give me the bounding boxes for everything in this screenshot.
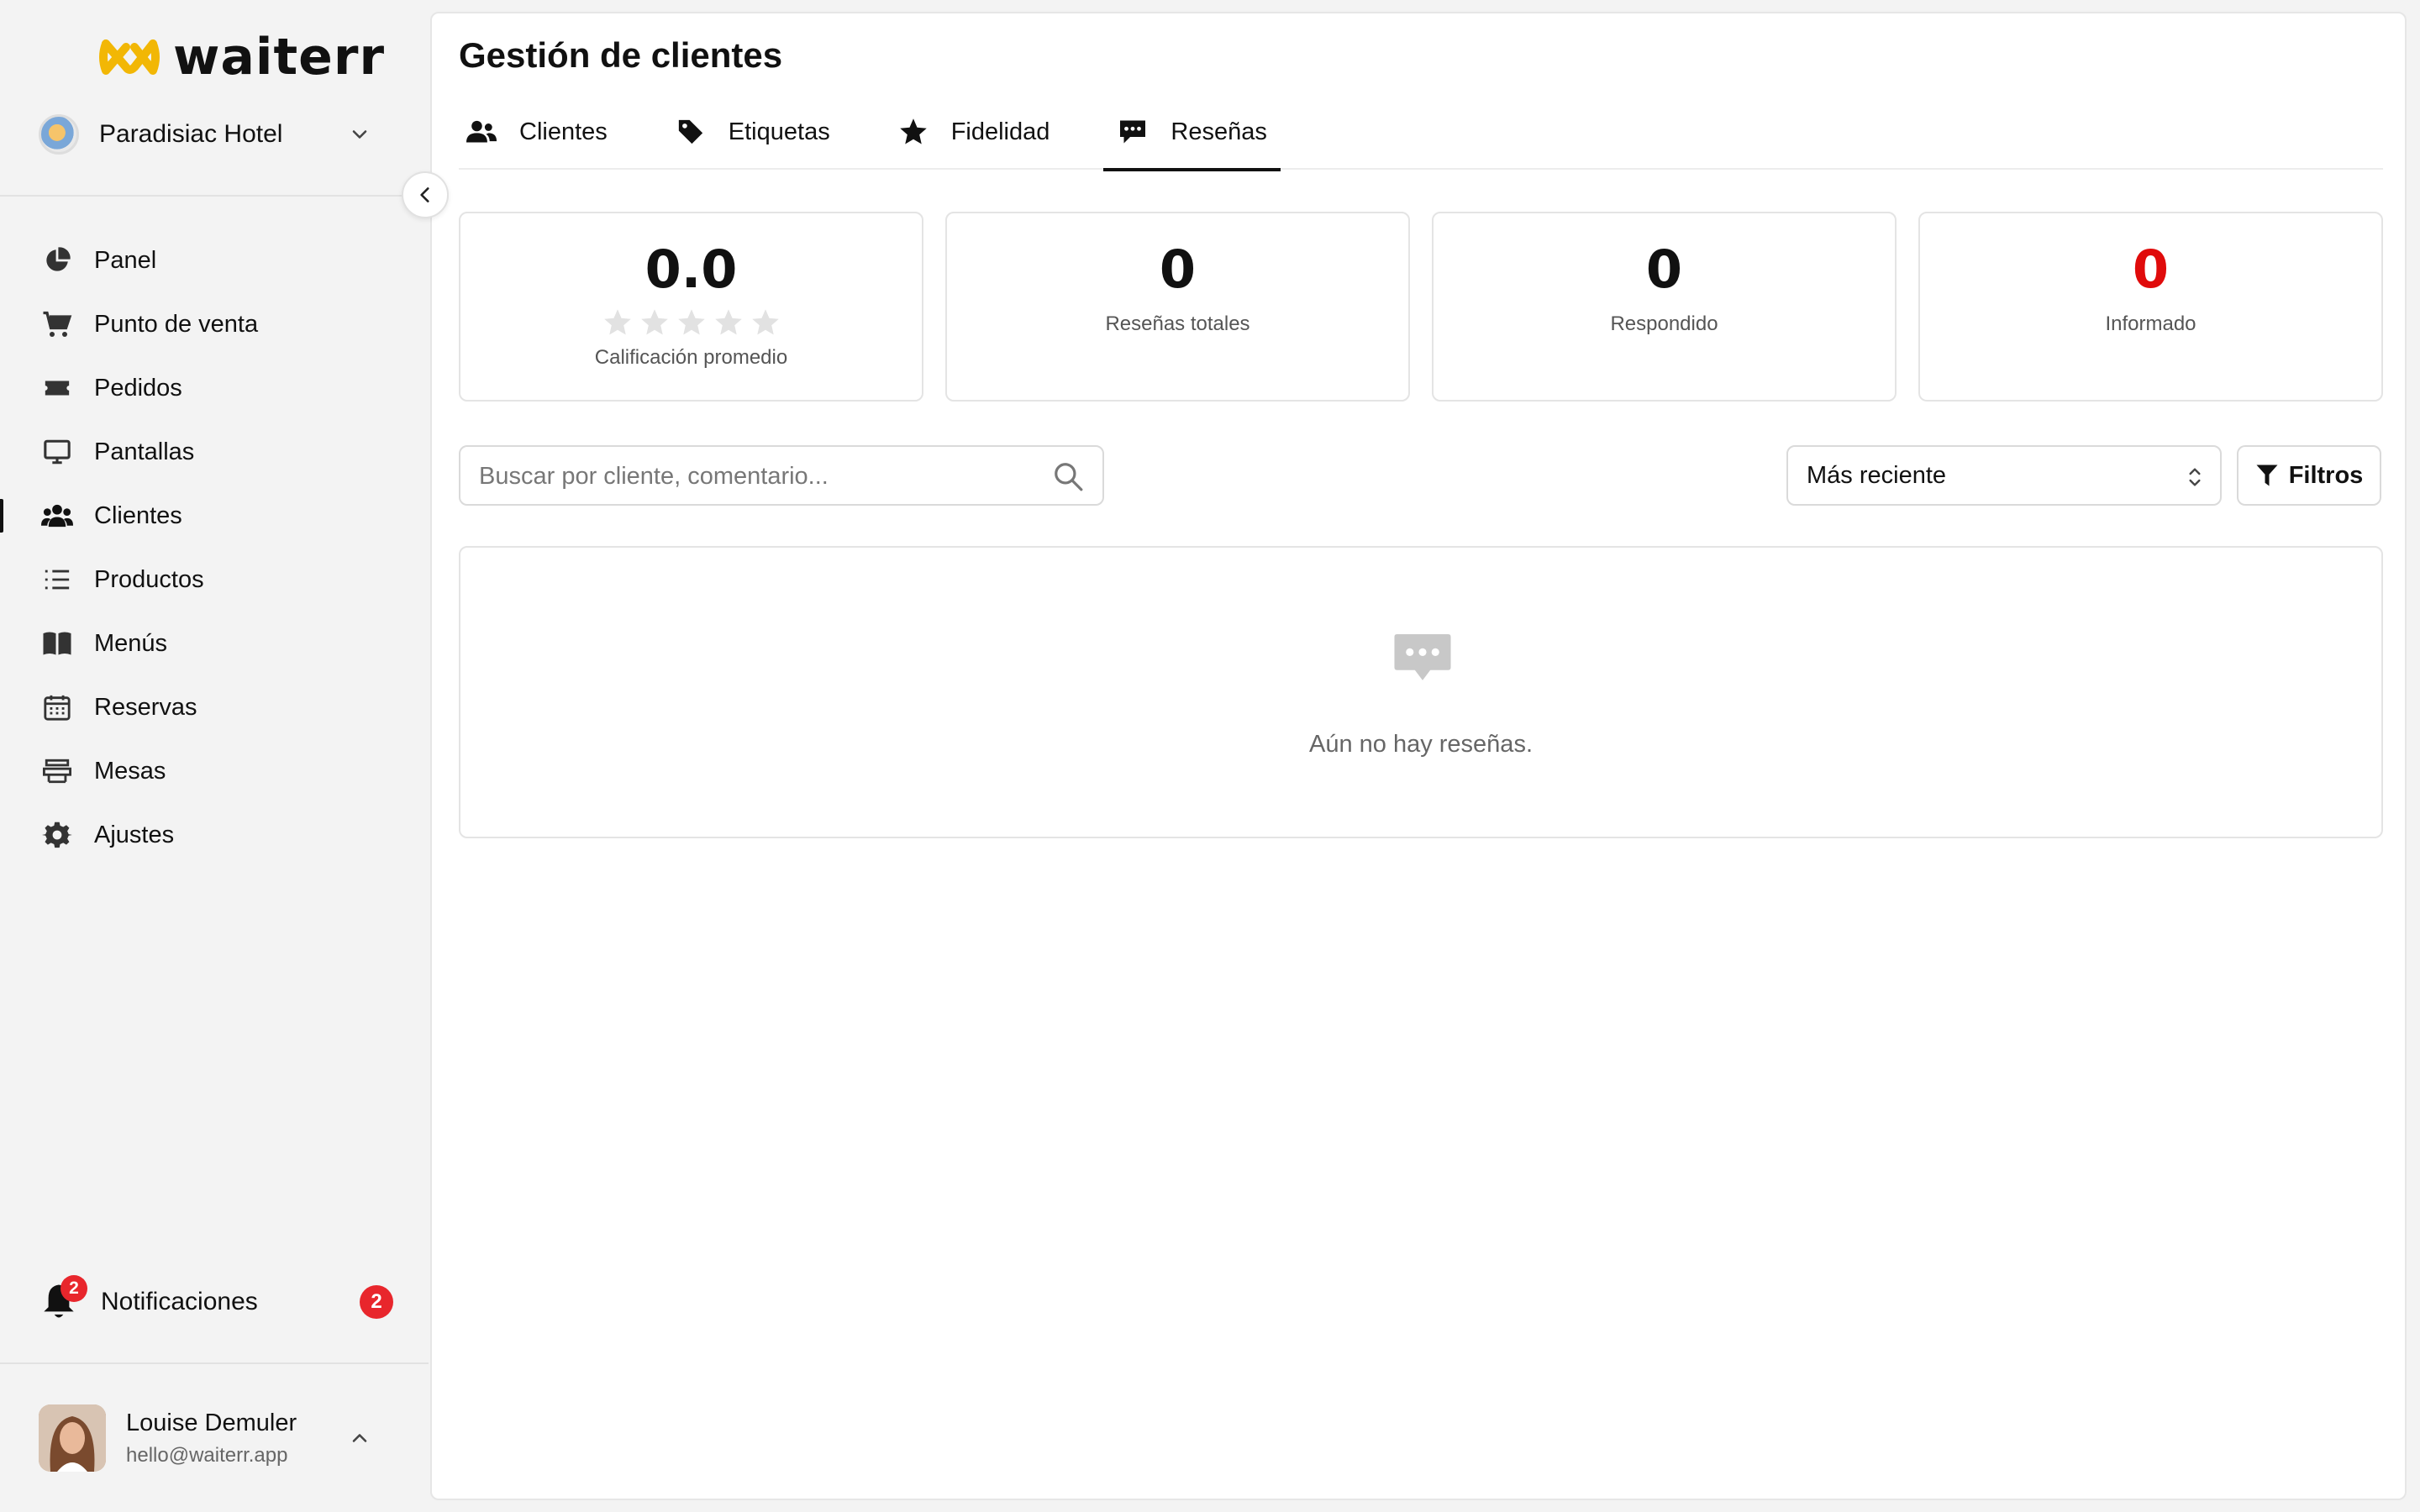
sidebar-item-orders[interactable]: Pedidos bbox=[0, 356, 429, 420]
tab-label: Etiquetas bbox=[728, 118, 830, 145]
chevron-left-icon bbox=[420, 187, 429, 202]
user-name: Louise Demuler bbox=[126, 1409, 297, 1436]
sidebar-divider bbox=[0, 1362, 429, 1364]
users-icon bbox=[466, 116, 497, 148]
sort-select-value: Más reciente bbox=[1807, 461, 1947, 489]
stat-card-responded: 0 Respondido bbox=[1432, 212, 1897, 402]
venue-name: Paradisiac Hotel bbox=[99, 120, 283, 148]
tab-label: Fidelidad bbox=[950, 118, 1050, 145]
app-logo[interactable]: waiterr bbox=[97, 28, 386, 87]
sidebar-item-products[interactable]: Productos bbox=[0, 548, 429, 612]
filter-icon bbox=[2256, 465, 2278, 486]
empty-state-text: Aún no hay reseñas. bbox=[1308, 731, 1533, 758]
sidebar-item-label: Ajustes bbox=[94, 821, 175, 848]
sidebar-item-label: Clientes bbox=[94, 501, 182, 529]
page-title: Gestión de clientes bbox=[459, 35, 783, 75]
collapse-sidebar-button[interactable] bbox=[402, 171, 449, 218]
venue-selector[interactable]: Paradisiac Hotel bbox=[39, 111, 392, 158]
sidebar-item-pos[interactable]: Punto de venta bbox=[0, 292, 429, 356]
chevron-up-icon bbox=[352, 1434, 367, 1442]
star-icon bbox=[714, 309, 742, 335]
bell-icon: 2 bbox=[40, 1275, 87, 1322]
review-stats: 0.0 Calificación promedio 0 Reseñas tota… bbox=[459, 212, 2383, 402]
notifications-count-badge: 2 bbox=[360, 1285, 393, 1319]
sidebar-item-label: Pantallas bbox=[94, 438, 195, 465]
book-icon bbox=[40, 627, 74, 660]
select-arrows-icon bbox=[2189, 468, 2201, 486]
sidebar-nav: Panel Punto de venta Pedidos Pantallas C… bbox=[0, 228, 429, 867]
tab-etiquetas[interactable]: Etiquetas bbox=[668, 94, 837, 170]
notifications-item[interactable]: 2 Notificaciones 2 bbox=[40, 1275, 393, 1327]
tab-clientes[interactable]: Clientes bbox=[459, 94, 614, 170]
stat-value: 0.0 bbox=[644, 239, 738, 300]
sidebar-item-label: Punto de venta bbox=[94, 310, 259, 338]
sidebar-item-settings[interactable]: Ajustes bbox=[0, 803, 429, 867]
pie-chart-icon bbox=[40, 244, 74, 277]
stat-value: 0 bbox=[1645, 239, 1683, 300]
ticket-icon bbox=[40, 371, 74, 405]
tab-fidelidad[interactable]: Fidelidad bbox=[891, 94, 1057, 170]
tab-label: Clientes bbox=[519, 118, 608, 145]
sidebar-item-label: Productos bbox=[94, 565, 204, 593]
sidebar-item-panel[interactable]: Panel bbox=[0, 228, 429, 292]
chevron-down-icon bbox=[352, 130, 367, 139]
stat-label: Reseñas totales bbox=[1105, 312, 1250, 335]
sidebar-item-label: Mesas bbox=[94, 757, 166, 785]
tab-resenas[interactable]: Reseñas bbox=[1103, 94, 1281, 171]
notifications-label: Notificaciones bbox=[101, 1288, 258, 1315]
logo-text: waiterr bbox=[173, 28, 386, 87]
sidebar-item-screens[interactable]: Pantallas bbox=[0, 420, 429, 484]
sidebar-item-label: Menús bbox=[94, 629, 168, 657]
cart-icon bbox=[40, 307, 74, 341]
notification-badge: 2 bbox=[60, 1275, 87, 1302]
user-email: hello@waiterr.app bbox=[126, 1443, 288, 1467]
main-panel: Gestión de clientes Clientes Etiquetas F… bbox=[430, 12, 2407, 1500]
rating-stars bbox=[602, 307, 781, 338]
stat-card-total-reviews: 0 Reseñas totales bbox=[945, 212, 1410, 402]
star-icon bbox=[640, 309, 668, 335]
stat-card-reported: 0 Informado bbox=[1918, 212, 2383, 402]
stat-value: 0 bbox=[2132, 239, 2170, 300]
sidebar-item-menus[interactable]: Menús bbox=[0, 612, 429, 675]
gear-icon bbox=[40, 818, 74, 852]
tab-label: Reseñas bbox=[1171, 118, 1267, 145]
avatar bbox=[39, 1404, 106, 1472]
chat-icon bbox=[1394, 634, 1451, 680]
stat-card-average-rating: 0.0 Calificación promedio bbox=[459, 212, 923, 402]
sidebar-item-tables[interactable]: Mesas bbox=[0, 739, 429, 803]
tag-icon bbox=[675, 116, 707, 148]
sidebar: waiterr Paradisiac Hotel Panel Punto de … bbox=[0, 0, 429, 1512]
filters-label: Filtros bbox=[2288, 461, 2364, 489]
sidebar-item-label: Reservas bbox=[94, 693, 197, 721]
stat-label: Calificación promedio bbox=[594, 346, 788, 369]
star-icon bbox=[677, 309, 705, 335]
users-icon bbox=[40, 499, 74, 533]
venue-avatar bbox=[39, 114, 79, 155]
sort-select[interactable]: Más reciente bbox=[1786, 445, 2222, 506]
table-icon bbox=[40, 754, 74, 788]
sidebar-item-clients[interactable]: Clientes bbox=[0, 484, 429, 548]
stat-label: Informado bbox=[2105, 312, 2196, 335]
star-icon bbox=[603, 309, 631, 335]
stat-value: 0 bbox=[1159, 239, 1197, 300]
stat-label: Respondido bbox=[1610, 312, 1718, 335]
search-icon[interactable] bbox=[1052, 460, 1084, 492]
search-input[interactable] bbox=[479, 457, 1025, 496]
search-box bbox=[459, 445, 1104, 506]
monitor-icon bbox=[40, 435, 74, 469]
tabs: Clientes Etiquetas Fidelidad Reseñas bbox=[459, 94, 2383, 171]
user-menu[interactable]: Louise Demuler hello@waiterr.app bbox=[39, 1403, 392, 1473]
sidebar-divider bbox=[0, 195, 429, 197]
calendar-icon bbox=[40, 690, 74, 724]
star-icon bbox=[897, 116, 929, 148]
list-icon bbox=[40, 563, 74, 596]
chat-icon bbox=[1117, 116, 1149, 148]
sidebar-item-label: Pedidos bbox=[94, 374, 182, 402]
filters-button[interactable]: Filtros bbox=[2237, 445, 2381, 506]
reviews-list-empty: Aún no hay reseñas. bbox=[459, 546, 2383, 838]
sidebar-item-label: Panel bbox=[94, 246, 157, 274]
sidebar-item-reservations[interactable]: Reservas bbox=[0, 675, 429, 739]
logo-infinity-icon bbox=[99, 39, 160, 75]
star-icon bbox=[751, 309, 779, 335]
